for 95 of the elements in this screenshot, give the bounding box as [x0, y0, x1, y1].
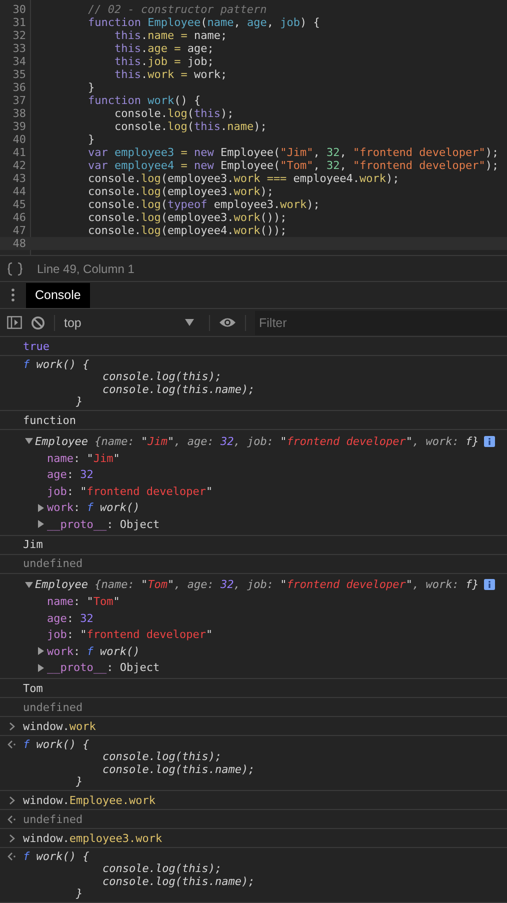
output-text: undefined — [23, 700, 83, 714]
line-number: 45 — [12, 198, 26, 211]
line-number: 30 — [12, 3, 26, 16]
dropdown-arrow-icon — [185, 319, 194, 326]
eye-icon[interactable] — [219, 317, 236, 328]
code-line: this.age = age; — [113, 42, 214, 55]
property-line: name: "Jim" — [47, 452, 120, 465]
code-line: function Employee(name, age, job) { — [86, 16, 320, 29]
line-number: 37 — [12, 94, 26, 107]
input-prompt-icon — [8, 722, 14, 730]
code-line: console.log(employee3.work); — [86, 185, 274, 198]
expand-triangle-icon[interactable] — [25, 580, 33, 588]
line-number: 35 — [12, 68, 26, 81]
property-line: age: 32 — [47, 468, 94, 482]
property-line: age: 32 — [47, 612, 94, 625]
code-line: function work() { — [86, 94, 201, 107]
output-text: console.log(this.name); — [101, 382, 255, 396]
info-icon[interactable] — [484, 436, 495, 446]
line-number: 43 — [12, 172, 26, 185]
line-number: 36 — [12, 81, 26, 94]
filter-field[interactable]: Filter — [255, 310, 507, 334]
expand-triangle-icon[interactable] — [38, 647, 45, 656]
property-line: name: "Tom" — [47, 595, 120, 608]
result-arrow-icon — [7, 740, 16, 749]
output-text: Jim — [23, 538, 43, 551]
output-text: f work() { — [23, 358, 90, 371]
console-tab[interactable]: Console — [26, 282, 90, 308]
expand-triangle-icon[interactable] — [38, 504, 45, 512]
code-line: console.log(typeof employee3.work); — [86, 198, 320, 211]
command-text: window.work — [23, 720, 96, 732]
code-line: this.work = work; — [113, 68, 228, 81]
code-line: console.log(this); — [113, 107, 234, 120]
line-number: 39 — [12, 120, 26, 133]
output-text: undefined — [23, 557, 83, 570]
output-text: } — [74, 395, 83, 408]
output-text: console.log(this.name); — [101, 874, 255, 888]
input-prompt-icon — [8, 796, 14, 804]
code-line: var employee3 = new Employee("Jim", 32, "frontend developer"); — [86, 146, 499, 159]
line-number: 47 — [12, 224, 26, 237]
line-number: 44 — [12, 185, 26, 198]
code-line: console.log(employee4.work()); — [86, 224, 287, 237]
code-line: } — [86, 81, 95, 94]
line-number: 31 — [12, 16, 26, 29]
clear-icon[interactable] — [31, 316, 45, 330]
code-line: // 02 - constructor pattern — [86, 3, 267, 16]
line-number: 34 — [12, 55, 26, 68]
property-line[interactable]: work: f work() — [47, 644, 140, 658]
output-text: f work() { — [23, 850, 90, 863]
result-arrow-icon — [7, 852, 16, 861]
code-line: this.job = job; — [113, 55, 214, 68]
line-number: 40 — [12, 133, 26, 146]
property-line: job: "frontend developer" — [47, 628, 213, 642]
cursor-position: Line 49, Column 1 — [37, 262, 134, 276]
output-text: console.log(this); — [101, 750, 222, 764]
expand-triangle-icon[interactable] — [38, 520, 45, 528]
code-line: console.log(this.name); — [113, 120, 267, 133]
output-text: f work() { — [23, 738, 90, 751]
expand-triangle-icon[interactable] — [38, 664, 45, 672]
code-line: console.log(employee3.work === employee4.work); — [86, 172, 400, 185]
output-text: console.log(this); — [101, 370, 222, 384]
line-number: 33 — [12, 42, 26, 55]
line-number: 48 — [12, 237, 26, 250]
line-number: 46 — [12, 211, 26, 224]
sidebar-icon[interactable] — [7, 316, 22, 329]
line-number: 42 — [12, 159, 26, 172]
output-text: true — [23, 340, 50, 352]
command-text: window.employee3.work — [23, 832, 162, 844]
line-number: 38 — [12, 107, 26, 120]
code-line: } — [86, 133, 95, 146]
property-line[interactable]: __proto__: Object — [47, 661, 160, 674]
input-prompt-icon — [8, 834, 14, 842]
property-line[interactable]: work: f work() — [47, 501, 140, 514]
property-line[interactable]: __proto__: Object — [47, 518, 160, 531]
output-text: console.log(this); — [101, 862, 222, 876]
more-icon[interactable] — [11, 288, 15, 302]
output-text: Tom — [23, 682, 43, 694]
property-line: job: "frontend developer" — [47, 484, 213, 498]
info-icon[interactable] — [484, 579, 495, 590]
code-line: this.name = name; — [113, 29, 228, 42]
code-line: var employee4 = new Employee("Tom", 32, "frontend developer"); — [86, 159, 499, 172]
output-text: console.log(this.name); — [101, 762, 255, 776]
output-text: function — [23, 414, 76, 426]
line-number: 32 — [12, 29, 26, 42]
expand-triangle-icon[interactable] — [25, 437, 33, 445]
context-dropdown[interactable]: top — [64, 316, 200, 330]
line-number: 41 — [12, 146, 26, 159]
result-arrow-icon — [7, 814, 16, 824]
code-line: console.log(employee3.work()); — [86, 211, 287, 224]
command-text: window.Employee.work — [23, 794, 156, 806]
output-text: } — [74, 887, 83, 900]
braces-icon[interactable] — [7, 262, 23, 276]
output-text: } — [74, 775, 83, 788]
object-summary[interactable]: Employee {name: "Jim", age: 32, job: "frontend developer", work: f} — [35, 434, 479, 448]
output-text: undefined — [23, 812, 83, 826]
object-summary[interactable]: Employee {name: "Tom", age: 32, job: "frontend developer", work: f} — [35, 578, 479, 591]
